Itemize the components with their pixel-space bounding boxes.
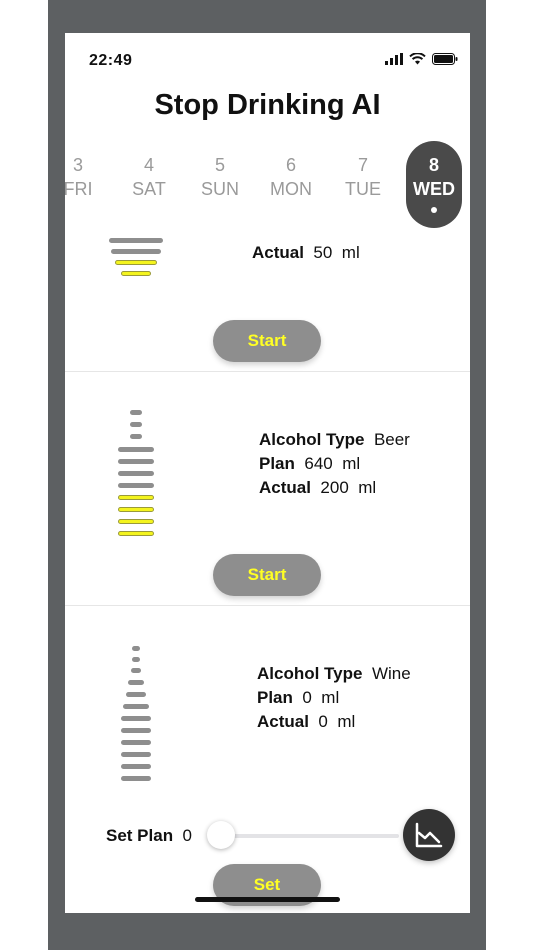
set-plan-value: 0 [182, 826, 193, 845]
drink-entry-wine: Alcohol Type Wine Plan 0 ml Actual 0 ml … [65, 606, 470, 906]
home-indicator [195, 897, 340, 902]
plan-slider-track[interactable] [213, 834, 399, 838]
signal-icon [385, 53, 403, 65]
set-plan-label: Set Plan 0 [106, 826, 193, 845]
status-time: 22:49 [89, 52, 133, 69]
day-item-tue[interactable]: 7 TUE [335, 153, 391, 201]
alcohol-type-row: Alcohol Type Beer [259, 430, 410, 449]
entry-wine-info: Alcohol Type Wine Plan 0 ml Actual 0 ml [257, 662, 411, 734]
plan-row: Plan 640 ml [259, 454, 361, 473]
start-button-1[interactable]: Start [213, 320, 321, 362]
drink-entry-beer: Alcohol Type Beer Plan 640 ml Actual 200… [65, 372, 470, 605]
alcohol-type-row: Alcohol Type Wine [257, 664, 411, 683]
page-margin-right [486, 0, 534, 950]
page-margin-left [0, 0, 48, 950]
selected-dot [431, 207, 437, 213]
page-title: Stop Drinking AI [154, 89, 381, 121]
phone-screen: 22:49 Stop Drinking AI 3 FRI 4 SAT 5 SUN [65, 33, 470, 913]
wifi-icon [409, 53, 426, 65]
day-item-fri[interactable]: 3 FRI [65, 153, 106, 201]
status-icons [385, 53, 458, 65]
trend-down-chart-icon [415, 822, 443, 848]
day-item-wed-selected[interactable]: 8 WED [406, 141, 462, 228]
chart-button[interactable] [403, 809, 455, 861]
day-item-sat[interactable]: 4 SAT [121, 153, 177, 201]
plan-row: Plan 0 ml [257, 688, 340, 707]
entry-beer-info: Alcohol Type Beer Plan 640 ml Actual 200… [259, 428, 410, 500]
plan-slider-knob[interactable] [207, 821, 235, 849]
drink-entry-1: Actual 50 ml Start [65, 233, 470, 371]
day-item-mon[interactable]: 6 MON [263, 153, 319, 201]
entry-1-actual: Actual 50 ml [252, 243, 360, 262]
actual-row: Actual 200 ml [259, 478, 377, 497]
battery-icon [432, 53, 458, 65]
day-item-sun[interactable]: 5 SUN [192, 153, 248, 201]
start-button-2[interactable]: Start [213, 554, 321, 596]
actual-row: Actual 0 ml [257, 712, 356, 731]
